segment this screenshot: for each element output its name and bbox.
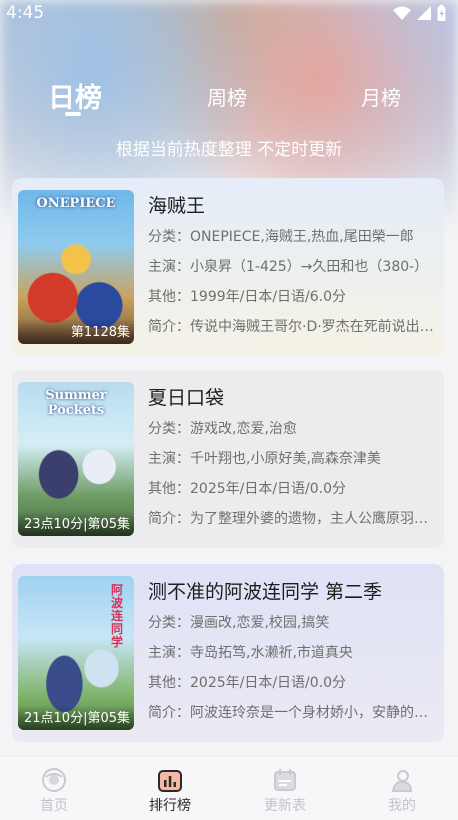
chart-icon [158, 770, 182, 792]
item-title: 夏日口袋 [148, 387, 225, 409]
battery-icon [437, 5, 446, 21]
calendar-icon [274, 769, 296, 791]
home-icon [42, 768, 66, 792]
item-category: 分类：ONEPIECE,海贼王,热血,尾田榮一郎 [148, 229, 414, 245]
active-tab-indicator [65, 112, 81, 116]
poster-image[interactable]: ONEPIECE 第1128集 [18, 190, 134, 344]
item-cast: 主演：小泉昇（1-425）→久田和也（380-） [148, 259, 429, 275]
item-intro: 简介：传说中海贼王哥尔·D·罗杰在死前说出了宝藏 [148, 319, 436, 335]
nav-ranking-label: 排行榜 [149, 798, 191, 814]
item-other: 其他：2025年/日本/日语/0.0分 [148, 675, 347, 691]
item-info: 海贼王 分类：ONEPIECE,海贼王,热血,尾田榮一郎 主演：小泉昇（1-42… [148, 192, 436, 342]
poster-logo: ONEPIECE [36, 196, 116, 211]
signal-icon [417, 6, 431, 20]
nav-schedule[interactable]: 更新表 [245, 767, 325, 815]
item-title: 海贼王 [148, 195, 206, 217]
list-item[interactable]: Summer Pockets 23点10分|第05集 夏日口袋 分类：游戏改,恋… [12, 370, 444, 548]
item-intro: 简介：阿波连玲奈是一个身材娇小，安静的女孩 [148, 705, 436, 721]
tab-monthly[interactable]: 月榜 [361, 82, 401, 111]
bottom-navigation: 首页 排行榜 更新表 我的 [0, 756, 458, 820]
item-intro: 简介：为了整理外婆的遗物，主人公鹰原羽依里 [148, 511, 436, 527]
tab-weekly[interactable]: 周榜 [207, 82, 247, 111]
nav-schedule-label: 更新表 [264, 798, 306, 814]
nav-profile[interactable]: 我的 [362, 767, 442, 815]
item-cast: 主演：千叶翔也,小原好美,高森奈津美 [148, 451, 381, 467]
profile-icon [391, 770, 413, 792]
item-category: 分类：游戏改,恋爱,治愈 [148, 421, 297, 437]
item-category: 分类：漫画改,恋爱,校园,搞笑 [148, 615, 330, 631]
item-other: 其他：1999年/日本/日语/6.0分 [148, 289, 347, 305]
item-other: 其他：2025年/日本/日语/0.0分 [148, 481, 347, 497]
status-icons [393, 5, 446, 21]
item-cast: 主演：寺岛拓笃,水濑祈,市道真央 [148, 645, 353, 661]
list-item[interactable]: ONEPIECE 第1128集 海贼王 分类：ONEPIECE,海贼王,热血,尾… [12, 178, 444, 356]
nav-profile-label: 我的 [388, 798, 416, 814]
ranking-subtitle: 根据当前热度整理 不定时更新 [115, 140, 343, 160]
episode-badge: 21点10分|第05集 [18, 705, 134, 730]
nav-ranking[interactable]: 排行榜 [130, 767, 210, 815]
poster-image[interactable]: Summer Pockets 23点10分|第05集 [18, 382, 134, 536]
poster-image[interactable]: 阿波连同学 21点10分|第05集 [18, 576, 134, 730]
wifi-icon [393, 6, 411, 20]
nav-home-label: 首页 [40, 798, 68, 814]
status-bar: 4:45 [0, 0, 458, 26]
poster-logo: 阿波连同学 [110, 583, 123, 649]
episode-badge: 23点10分|第05集 [18, 511, 134, 536]
status-time: 4:45 [6, 3, 45, 23]
item-title: 测不准的阿波连同学 第二季 [148, 581, 383, 603]
poster-logo: Summer Pockets [45, 388, 107, 418]
nav-home[interactable]: 首页 [14, 767, 94, 815]
ranking-tabs: 日榜 周榜 月榜 [0, 72, 458, 122]
list-item[interactable]: 阿波连同学 21点10分|第05集 测不准的阿波连同学 第二季 分类：漫画改,恋… [12, 564, 444, 742]
item-info: 测不准的阿波连同学 第二季 分类：漫画改,恋爱,校园,搞笑 主演：寺岛拓笃,水濑… [148, 578, 436, 728]
item-info: 夏日口袋 分类：游戏改,恋爱,治愈 主演：千叶翔也,小原好美,高森奈津美 其他：… [148, 384, 436, 534]
episode-badge: 第1128集 [18, 319, 134, 344]
tab-daily[interactable]: 日榜 [48, 76, 102, 115]
